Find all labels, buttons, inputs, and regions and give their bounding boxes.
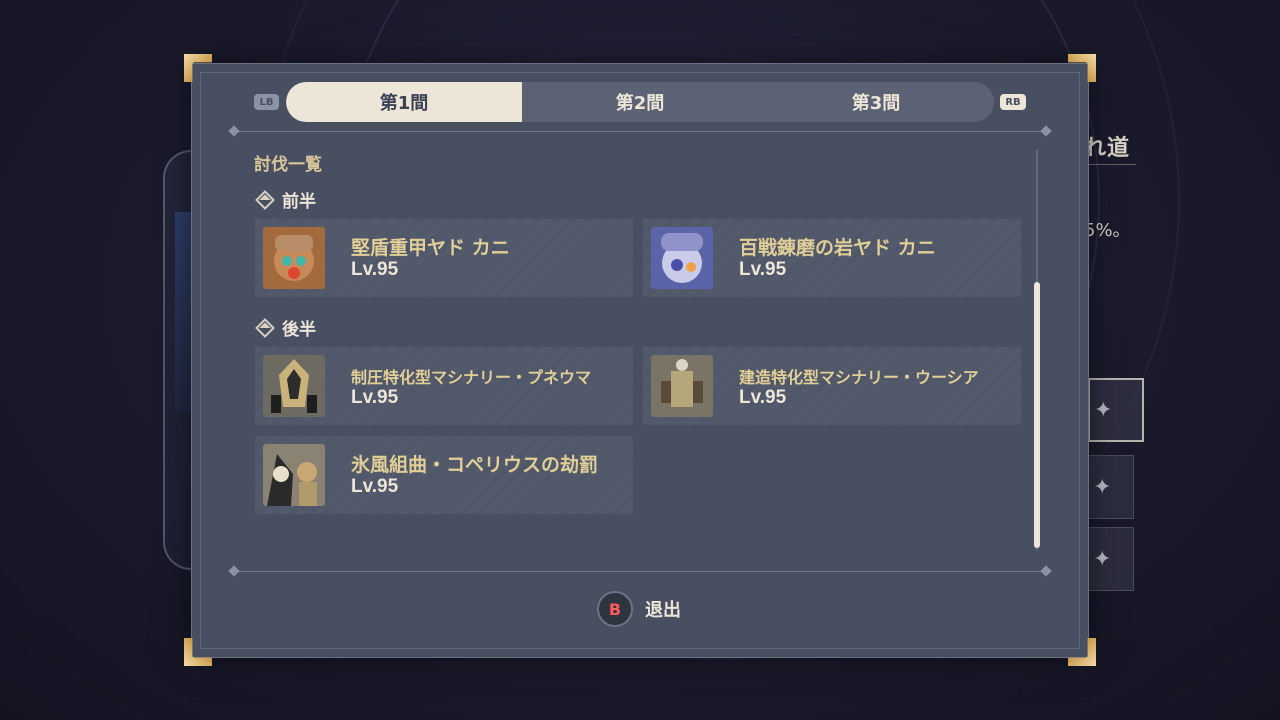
enemy-card[interactable]: 建造特化型マシナリー・ウーシア Lv.95 — [643, 347, 1021, 425]
enemy-level: Lv.95 — [351, 387, 399, 408]
enemy-card[interactable]: 堅盾重甲ヤド カニ Lv.95 — [255, 219, 633, 297]
background-slot-2: ✦ — [1088, 455, 1134, 519]
enemy-card[interactable]: 百戦錬磨の岩ヤド カニ Lv.95 — [643, 219, 1021, 297]
enemy-level: Lv.95 — [351, 476, 399, 497]
enemy-level: Lv.95 — [739, 387, 787, 408]
chamber-tabs: 第1間 第2間 第3間 — [286, 82, 994, 122]
tab-chamber-2[interactable]: 第2間 — [522, 82, 758, 122]
divider-top — [234, 131, 1046, 132]
enemy-list-title: 討伐一覧 — [254, 155, 322, 175]
exit-label: 退出 — [645, 600, 681, 621]
background-title-underline — [1084, 164, 1136, 165]
crab-armored-icon — [263, 227, 325, 289]
crab-rock-icon — [651, 227, 713, 289]
enemy-name: 堅盾重甲ヤド カニ — [351, 237, 510, 259]
half-diamond-icon — [255, 189, 275, 210]
enemy-card[interactable]: 氷風組曲・コペリウスの劫罰 Lv.95 — [255, 436, 633, 514]
enemy-level: Lv.95 — [351, 259, 399, 280]
scrollbar-thumb[interactable] — [1034, 282, 1040, 548]
coppelius-icon — [263, 444, 325, 506]
background-slot-1: ✦ — [1088, 378, 1144, 442]
rb-button-icon[interactable]: RB — [1000, 94, 1026, 110]
enemy-name: 百戦錬磨の岩ヤド カニ — [739, 237, 936, 259]
star-icon: ✦ — [1093, 474, 1112, 500]
group-label: 前半 — [282, 192, 316, 212]
group-label: 後半 — [282, 320, 316, 340]
star-icon: ✦ — [1094, 397, 1113, 423]
machinery-ousia-icon — [651, 355, 713, 417]
background-title: れ道 — [1084, 136, 1131, 161]
enemy-card[interactable]: 制圧特化型マシナリー・プネウマ Lv.95 — [255, 347, 633, 425]
background-slot-3: ✦ — [1088, 527, 1134, 591]
group-second-half: 後半 — [255, 315, 316, 340]
star-icon: ✦ — [1093, 546, 1112, 572]
b-button-icon: B — [597, 591, 633, 627]
half-diamond-icon — [255, 317, 275, 338]
tab-chamber-3[interactable]: 第3間 — [758, 82, 994, 122]
background-percent: 5%。 — [1084, 220, 1131, 241]
enemy-name: 制圧特化型マシナリー・プネウマ — [351, 368, 592, 387]
group-first-half: 前半 — [255, 187, 316, 212]
enemy-name: 氷風組曲・コペリウスの劫罰 — [351, 454, 599, 476]
tab-chamber-1[interactable]: 第1間 — [286, 82, 522, 122]
exit-button[interactable]: B 退出 — [597, 591, 681, 627]
enemy-level: Lv.95 — [739, 259, 787, 280]
lb-button-icon[interactable]: LB — [254, 94, 279, 110]
divider-bottom — [234, 571, 1046, 572]
machinery-pneuma-icon — [263, 355, 325, 417]
enemy-name: 建造特化型マシナリー・ウーシア — [739, 368, 979, 387]
